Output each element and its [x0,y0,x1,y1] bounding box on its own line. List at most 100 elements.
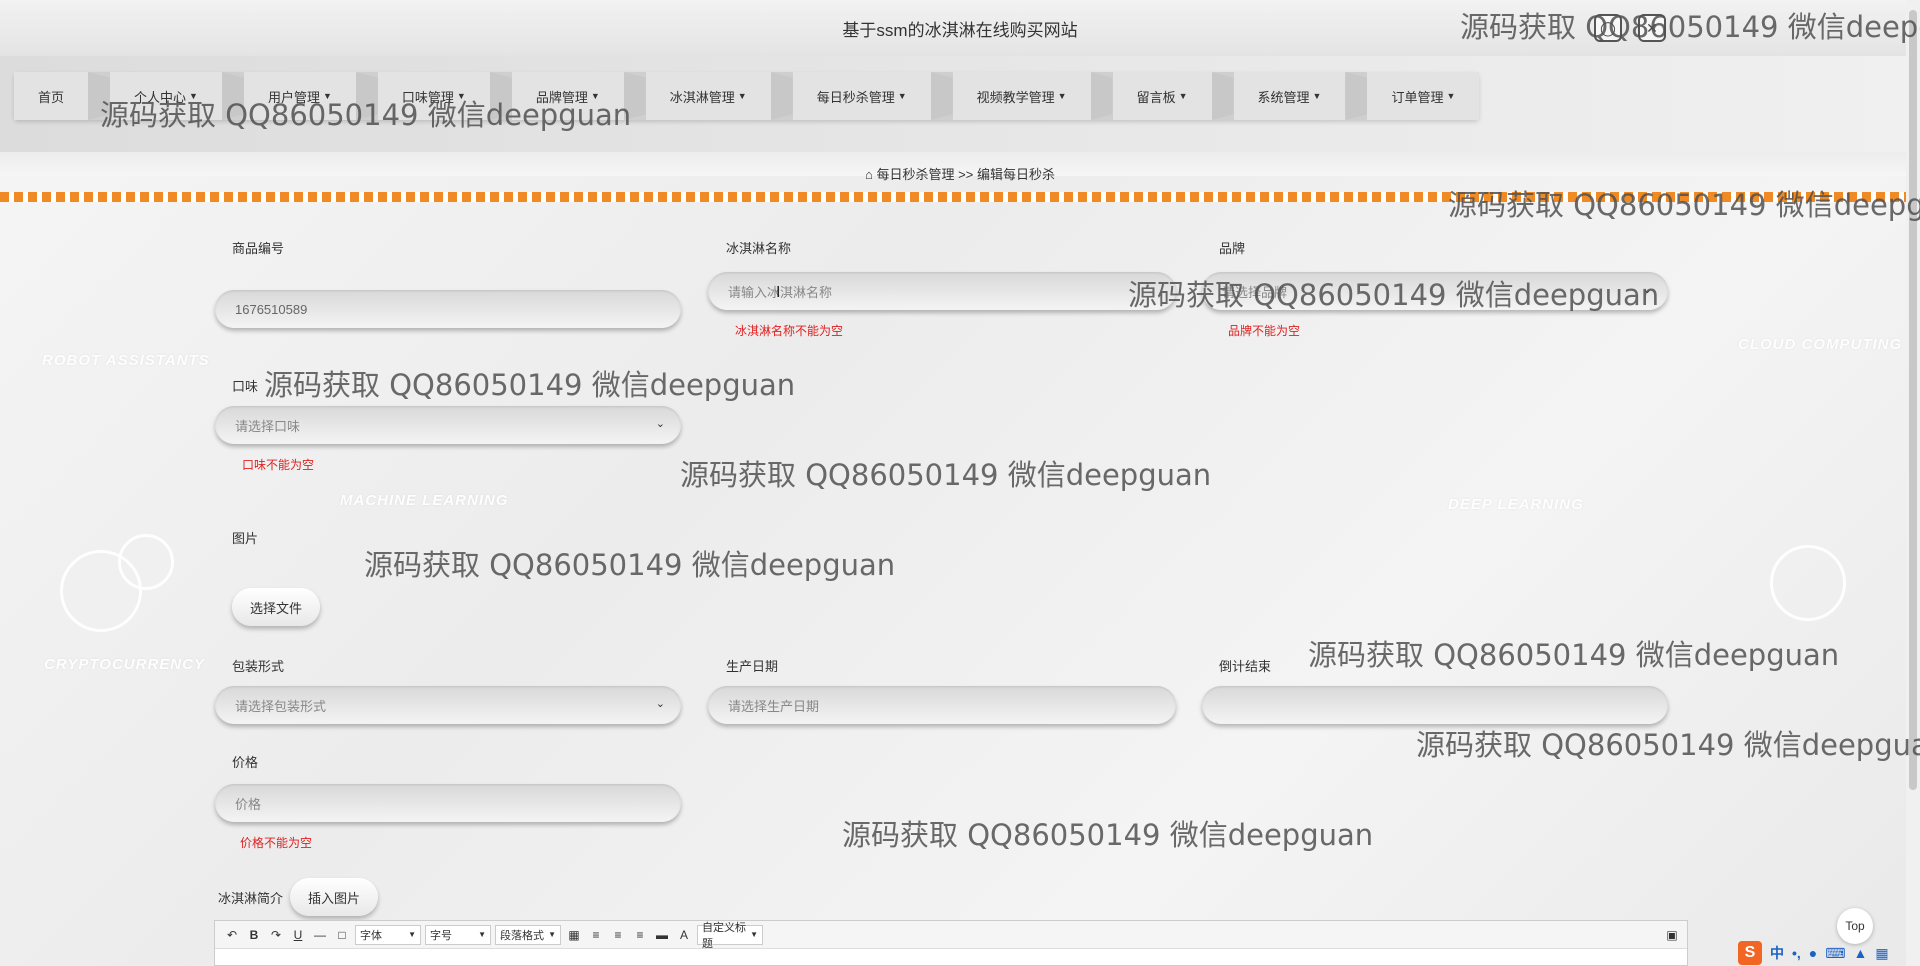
dropdown-icon: ▼ [750,930,758,939]
dropdown-icon: ▼ [548,930,556,939]
nav-item-label: 口味管理 [401,89,454,105]
nav-item-message-board[interactable]: 留言板 ▼ [1112,72,1212,120]
caret-down-icon: ▼ [737,91,747,101]
icecream-name-error: 冰淇淋名称不能为空 [735,324,844,338]
nav-item-flavor-management[interactable]: 口味管理 ▼ [377,72,490,120]
fullscreen-icon[interactable]: ▣ [1663,926,1681,944]
undo-icon[interactable]: ↶ [223,926,241,944]
price-label: 价格 [232,755,259,770]
ime-logo-icon[interactable]: S [1738,941,1762,965]
nav-item-personal-center[interactable]: 个人中心 ▼ [110,72,222,120]
home-icon[interactable]: ⌂ [865,167,873,182]
skin-icon[interactable]: ▲ [1853,945,1867,961]
breadcrumb-separator: >> [958,167,974,182]
font-size-select[interactable]: 字号 ▼ [425,924,491,945]
nav-item-label: 系统管理 [1257,89,1310,105]
align-left-icon[interactable]: ≡ [587,926,605,944]
bg-label-cloud: CLOUD COMPUTING [1738,336,1903,353]
brand-error: 品牌不能为空 [1228,324,1301,338]
back-to-top-button[interactable]: Top [1837,908,1873,944]
site-title: 基于ssm的冰淇淋在线购买网站 [842,21,1078,40]
watermark-text: 源码获取 QQ86050149 微信deepguan [1416,728,1920,762]
price-input[interactable]: 价格 [215,784,681,822]
nav-item-label: 首页 [38,89,65,105]
nav-item-label: 品牌管理 [535,89,588,105]
choose-file-button[interactable]: 选择文件 [232,588,321,626]
brand-label: 品牌 [1219,241,1246,256]
product-no-input[interactable]: 1676510589 [215,290,681,328]
product-no-label: 商品编号 [232,241,285,256]
production-date-input[interactable]: 请选择生产日期 [708,686,1176,724]
nav-item-label: 视频教学管理 [976,89,1055,105]
bold-icon[interactable]: B [245,926,263,944]
close-icon[interactable]: ✕ [1638,14,1666,42]
user-icon[interactable]: ◯ [1594,14,1622,42]
nav-item-flash-sale-management[interactable]: 每日秒杀管理 ▼ [792,72,931,120]
nav-item-user-management[interactable]: 用户管理 ▼ [243,72,356,120]
flavor-select-value: 请选择口味 [235,418,301,434]
caret-down-icon: ▼ [1312,91,1322,101]
scrollbar-thumb[interactable] [1909,10,1917,790]
watermark-text: 源码获取 QQ86050149 微信deepguan [680,458,1212,492]
nav-item-label: 用户管理 [267,89,320,105]
breadcrumb-parent[interactable]: 每日秒杀管理 [877,167,955,182]
nav-item-icecream-management[interactable]: 冰淇淋管理 ▼ [645,72,771,120]
underline-icon[interactable]: U [289,926,307,944]
microphone-icon[interactable]: ● [1809,945,1817,961]
bg-label-crypto: CRYPTOCURRENCY [44,656,205,673]
document-icon[interactable]: □ [333,926,351,944]
font-size-value: 字号 [430,929,452,942]
bg-label-deep: DEEP LEARNING [1448,496,1584,513]
caret-down-icon: ▼ [1178,91,1188,101]
production-date-label: 生产日期 [726,659,779,674]
nav-item-brand-management[interactable]: 品牌管理 ▼ [511,72,624,120]
nav-item-label: 留言板 [1136,89,1176,105]
bg-circle-decoration [118,534,174,590]
font-family-select[interactable]: 字体 ▼ [355,924,421,945]
ime-language-toggle[interactable]: 中 [1770,943,1784,963]
ime-punctuation-toggle[interactable]: •, [1792,945,1801,961]
nav-item-label: 个人中心 [134,89,187,105]
countdown-end-input[interactable] [1202,686,1668,724]
packaging-select-value: 请选择包装形式 [235,698,327,714]
main-nav: 首页 个人中心 ▼ 用户管理 ▼ 口味管理 ▼ 品牌管理 ▼ 冰淇淋管理 ▼ 每日秒杀管理… [14,72,1480,120]
flavor-error: 口味不能为空 [242,458,315,472]
keyboard-icon[interactable]: ⌨ [1825,945,1845,962]
packaging-label: 包装形式 [232,659,285,674]
insert-image-button[interactable]: 插入图片 [290,878,379,916]
text-color-label: A [679,927,688,942]
caret-down-icon: ▼ [897,91,907,101]
flavor-select[interactable]: 请选择口味 ⌄ [215,406,681,444]
custom-title-select[interactable]: 自定义标题 ▼ [697,922,763,950]
grid-icon[interactable]: ▦ [1875,945,1888,962]
rich-text-editor[interactable]: ↶ B ↷ U — □ 字体 ▼ 字号 ▼ 段落格式 ▼ ▦ ≡ ≡ ≡ ▬ A 自定… [214,920,1688,966]
countdown-end-label: 倒计结束 [1219,659,1272,674]
horizontal-rule-icon[interactable]: — [311,926,329,944]
text-color-icon[interactable]: A [675,926,693,944]
price-error: 价格不能为空 [240,836,313,850]
image-label: 图片 [232,531,259,546]
caret-down-icon: ▼ [1446,91,1456,101]
nav-item-home[interactable]: 首页 [14,72,89,120]
caret-down-icon: ▼ [1057,91,1067,101]
nav-item-video-management[interactable]: 视频教学管理 ▼ [952,72,1091,120]
redo-icon[interactable]: ↷ [267,926,285,944]
nav-item-system-management[interactable]: 系统管理 ▼ [1233,72,1346,120]
nav-item-label: 每日秒杀管理 [816,89,895,105]
top-header: 基于ssm的冰淇淋在线购买网站 ◯ ✕ [0,0,1920,56]
chevron-down-icon: ⌄ [655,418,665,430]
intro-label: 冰淇淋简介 [218,891,284,906]
align-justify-icon[interactable]: ▬ [653,926,671,944]
packaging-select[interactable]: 请选择包装形式 ⌄ [215,686,681,724]
brand-select[interactable]: 请选择品牌 ⌄ [1202,272,1668,310]
nav-item-order-management[interactable]: 订单管理 ▼ [1367,72,1480,120]
caret-down-icon: ▼ [189,91,198,101]
nav-item-label: 冰淇淋管理 [669,89,735,105]
table-icon[interactable]: ▦ [565,926,583,944]
align-center-icon[interactable]: ≡ [609,926,627,944]
watermark-text: 源码获取 QQ86050149 微信deepguan [1308,638,1840,672]
bg-circle-decoration [1770,545,1846,621]
align-right-icon[interactable]: ≡ [631,926,649,944]
flavor-label: 口味 [232,379,259,394]
paragraph-format-select[interactable]: 段落格式 ▼ [495,924,561,945]
